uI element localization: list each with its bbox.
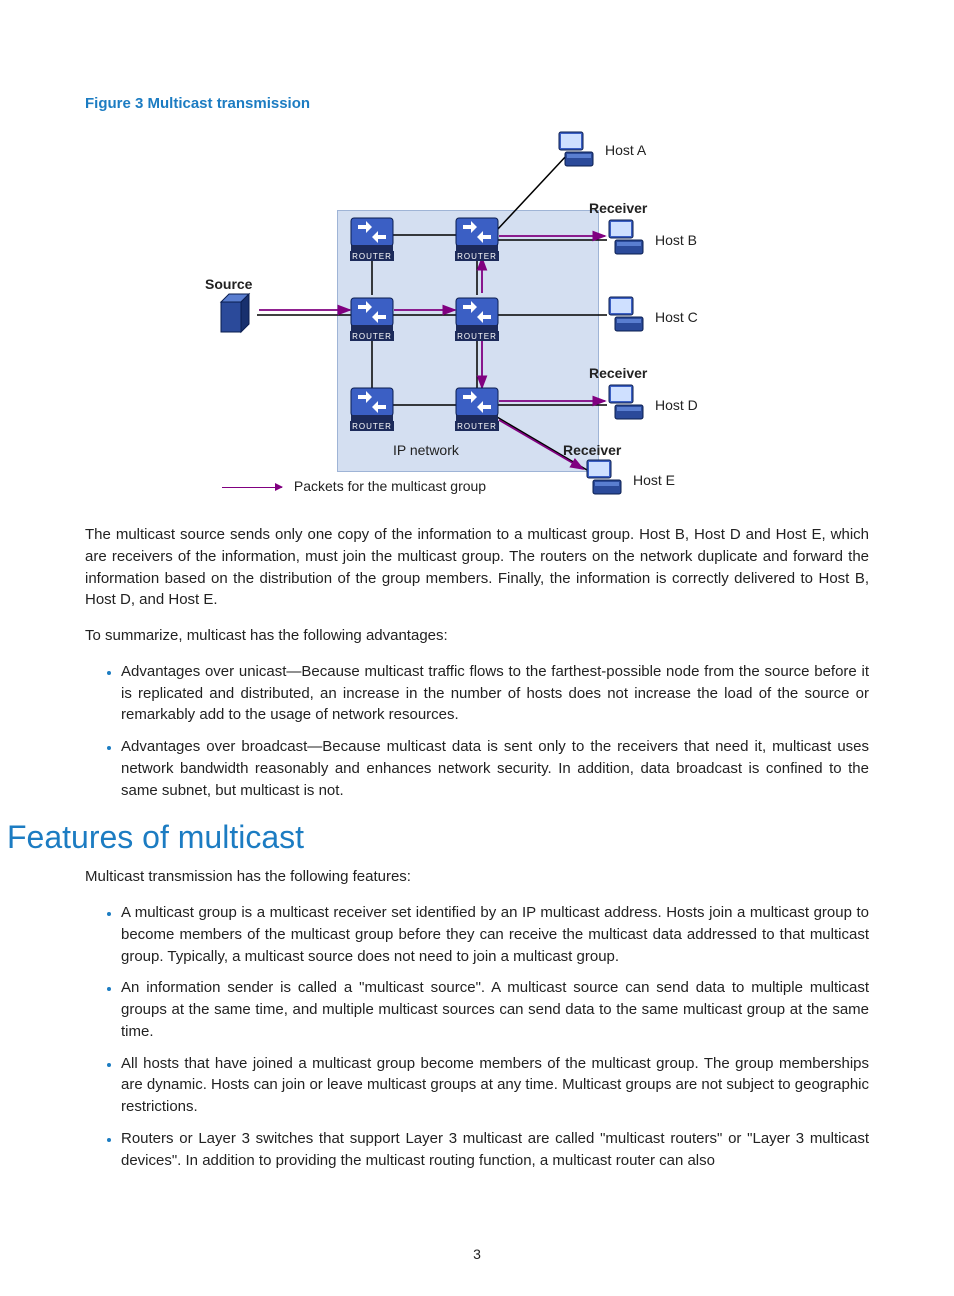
figure-legend: Packets for the multicast group: [222, 478, 486, 494]
router-icon: ROUTER: [350, 217, 394, 253]
list-item: Advantages over unicast—Because multicas…: [121, 661, 869, 726]
host-computer-icon: [607, 383, 649, 423]
figure-diagram: Source ROUTER ROUTER ROUTER ROUTER ROUTE…: [157, 120, 797, 500]
receiver-label: Receiver: [589, 365, 647, 381]
list-item: An information sender is called a "multi…: [121, 977, 869, 1042]
host-computer-icon: [607, 218, 649, 258]
section-heading: Features of multicast: [7, 819, 869, 856]
host-a-label: Host A: [605, 142, 646, 158]
legend-text: Packets for the multicast group: [294, 478, 486, 494]
router-icon: ROUTER: [350, 387, 394, 423]
host-computer-icon: [607, 295, 649, 335]
list-item: A multicast group is a multicast receive…: [121, 902, 869, 967]
body-paragraph: The multicast source sends only one copy…: [85, 524, 869, 611]
router-icon: ROUTER: [455, 387, 499, 423]
arrow-icon: [222, 487, 282, 488]
advantages-list: Advantages over unicast—Because multicas…: [85, 661, 869, 802]
body-paragraph: To summarize, multicast has the followin…: [85, 625, 869, 647]
list-item: Advantages over broadcast—Because multic…: [121, 736, 869, 801]
body-paragraph: Multicast transmission has the following…: [85, 866, 869, 888]
receiver-label: Receiver: [563, 442, 621, 458]
host-c-label: Host C: [655, 309, 698, 325]
features-list: A multicast group is a multicast receive…: [85, 902, 869, 1171]
page-number: 3: [0, 1246, 954, 1262]
host-b-label: Host B: [655, 232, 697, 248]
figure-caption: Figure 3 Multicast transmission: [85, 95, 869, 112]
receiver-label: Receiver: [589, 200, 647, 216]
host-computer-icon: [585, 458, 627, 498]
source-server-icon: [217, 292, 257, 336]
list-item: All hosts that have joined a multicast g…: [121, 1053, 869, 1118]
host-d-label: Host D: [655, 397, 698, 413]
router-icon: ROUTER: [350, 297, 394, 333]
ip-network-label: IP network: [393, 442, 459, 458]
host-e-label: Host E: [633, 472, 675, 488]
router-icon: ROUTER: [455, 297, 499, 333]
list-item: Routers or Layer 3 switches that support…: [121, 1128, 869, 1172]
router-icon: ROUTER: [455, 217, 499, 253]
source-label: Source: [205, 276, 252, 292]
host-computer-icon: [557, 130, 599, 170]
